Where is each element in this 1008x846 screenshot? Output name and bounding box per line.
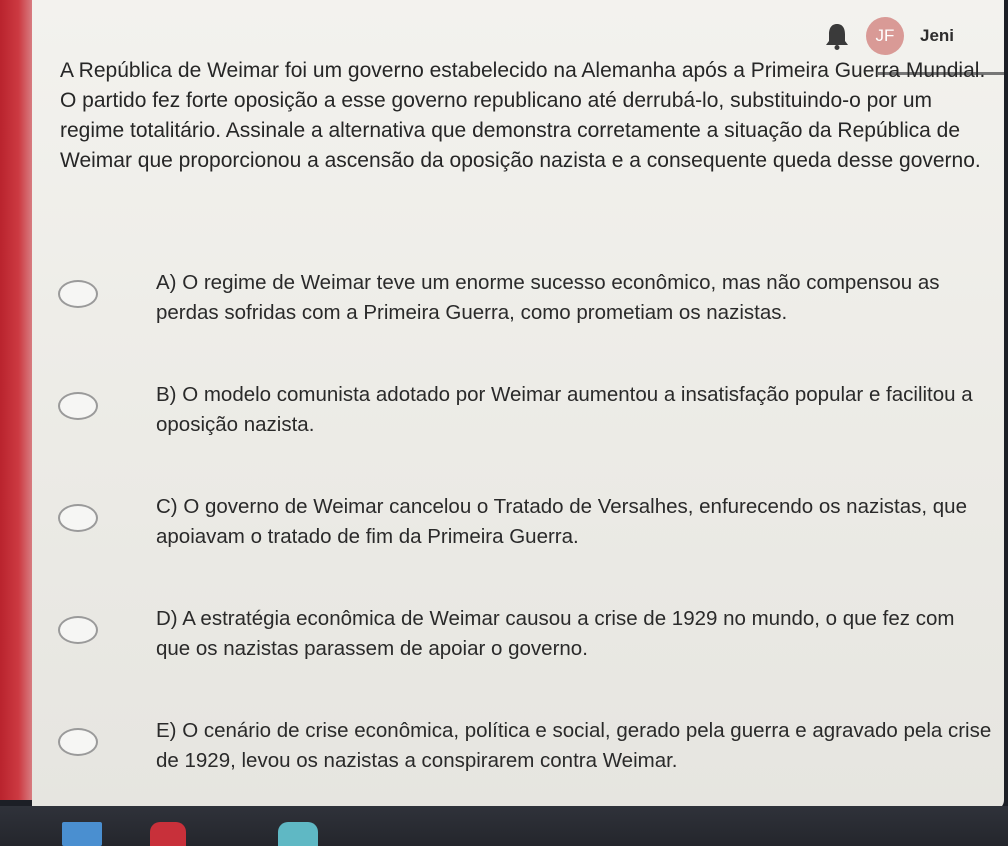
option-d[interactable]: D) A estratégia econômica de Weimar caus… bbox=[32, 604, 1004, 700]
avatar-initials: JF bbox=[875, 26, 895, 45]
option-a[interactable]: A) O regime de Weimar teve um enorme suc… bbox=[32, 268, 1004, 364]
option-b-text: B) O modelo comunista adotado por Weimar… bbox=[156, 383, 973, 436]
bell-icon[interactable] bbox=[824, 22, 850, 50]
avatar[interactable]: JF bbox=[866, 17, 904, 55]
option-c-text: C) O governo de Weimar cancelou o Tratad… bbox=[156, 495, 967, 548]
option-b[interactable]: B) O modelo comunista adotado por Weimar… bbox=[32, 380, 1004, 476]
left-red-panel bbox=[0, 0, 34, 800]
option-d-text: D) A estratégia econômica de Weimar caus… bbox=[156, 607, 955, 660]
option-e-text: E) O cenário de crise econômica, polític… bbox=[156, 719, 992, 772]
user-name[interactable]: Jeni bbox=[920, 26, 954, 46]
radio-button-c[interactable] bbox=[58, 504, 98, 532]
radio-button-b[interactable] bbox=[58, 392, 98, 420]
taskbar-app-icon[interactable] bbox=[62, 822, 102, 846]
radio-button-e[interactable] bbox=[58, 728, 98, 756]
option-c[interactable]: C) O governo de Weimar cancelou o Tratad… bbox=[32, 492, 1004, 588]
taskbar-app-icon[interactable] bbox=[150, 822, 186, 846]
taskbar-app-icon[interactable] bbox=[278, 822, 318, 846]
radio-button-a[interactable] bbox=[58, 280, 98, 308]
option-e[interactable]: E) O cenário de crise econômica, polític… bbox=[32, 716, 1004, 812]
question-text: A República de Weimar foi um governo est… bbox=[60, 59, 986, 172]
option-a-text: A) O regime de Weimar teve um enorme suc… bbox=[156, 271, 940, 324]
quiz-page: JF Jeni A República de Weimar foi um gov… bbox=[32, 0, 1004, 810]
radio-button-d[interactable] bbox=[58, 616, 98, 644]
